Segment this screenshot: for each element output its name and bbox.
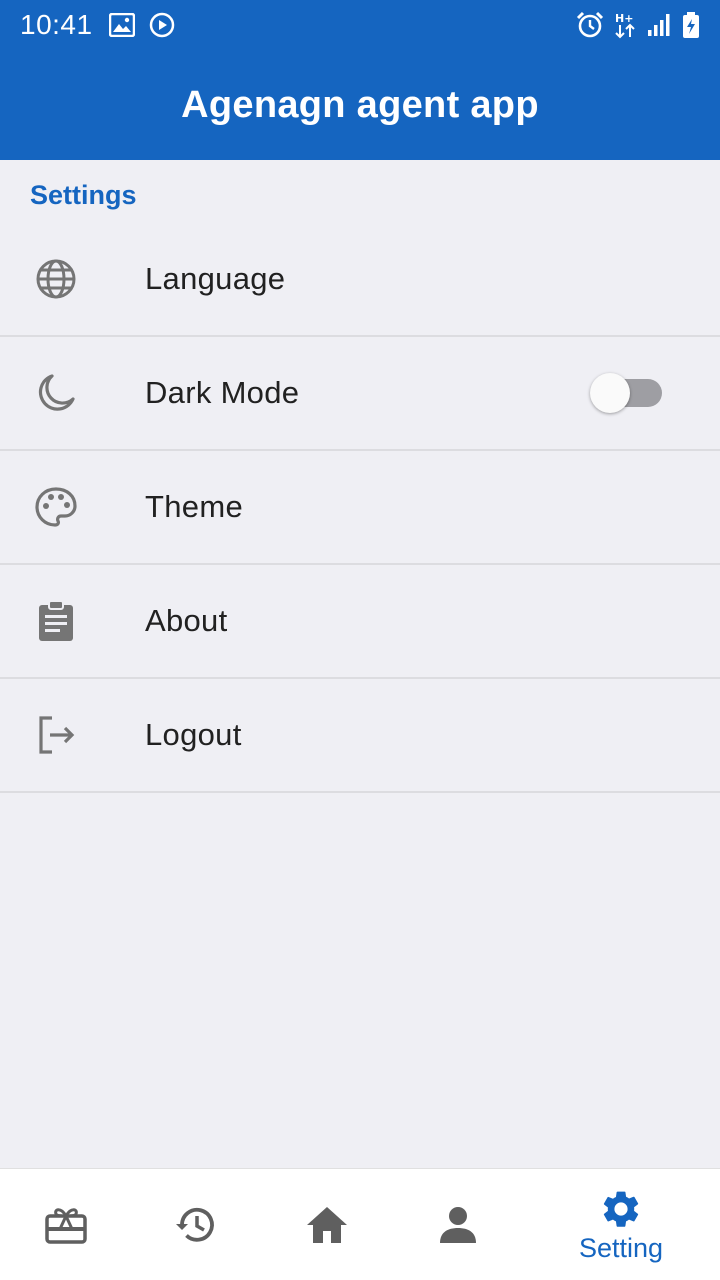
home-icon — [305, 1205, 349, 1245]
data-arrows-icon: H+ — [614, 11, 636, 39]
app-bar: Agenagn agent app — [0, 50, 720, 160]
status-bar: 10:41 H+ — [0, 0, 720, 50]
settings-item-label: About — [145, 603, 228, 638]
gear-icon — [599, 1187, 643, 1231]
dark-mode-toggle[interactable] — [590, 373, 664, 413]
nav-item-home[interactable] — [287, 1169, 367, 1280]
status-right-icons: H+ — [576, 11, 700, 39]
nav-item-profile[interactable] — [418, 1169, 498, 1280]
settings-item-dark-mode[interactable]: Dark Mode — [0, 337, 720, 451]
settings-item-theme[interactable]: Theme — [0, 451, 720, 565]
settings-item-language[interactable]: Language — [0, 223, 720, 337]
settings-item-label: Logout — [145, 717, 242, 752]
moon-icon — [34, 371, 78, 415]
nav-label-setting: Setting — [578, 1232, 664, 1263]
alarm-icon — [576, 11, 604, 39]
clipboard-icon — [34, 599, 78, 643]
bottom-nav: Setting — [0, 1168, 720, 1280]
battery-charging-icon — [682, 11, 700, 39]
gift-card-icon — [44, 1205, 88, 1245]
person-icon — [438, 1205, 478, 1245]
svg-text:H+: H+ — [615, 12, 633, 25]
toggle-knob — [590, 373, 630, 413]
palette-icon — [34, 485, 78, 529]
settings-section-header: Settings — [30, 180, 137, 210]
settings-item-label: Language — [145, 261, 286, 296]
settings-item-logout[interactable]: Logout — [0, 679, 720, 793]
settings-item-label: Dark Mode — [145, 375, 300, 410]
nav-item-setting[interactable]: Setting — [560, 1169, 682, 1280]
settings-list: Language Dark Mode Theme About Logout — [0, 223, 720, 793]
status-time: 10:41 — [20, 9, 93, 40]
nav-item-gift-card[interactable] — [26, 1169, 106, 1280]
settings-item-label: Theme — [145, 489, 243, 524]
logout-icon — [34, 713, 78, 757]
globe-icon — [34, 257, 78, 301]
status-left-icons — [108, 12, 175, 38]
settings-item-about[interactable]: About — [0, 565, 720, 679]
history-icon — [174, 1203, 218, 1247]
nav-item-history[interactable] — [156, 1169, 236, 1280]
play-circle-icon — [149, 12, 175, 38]
app-title: Agenagn agent app — [181, 83, 539, 126]
signal-icon — [646, 12, 672, 38]
image-icon — [108, 13, 135, 37]
